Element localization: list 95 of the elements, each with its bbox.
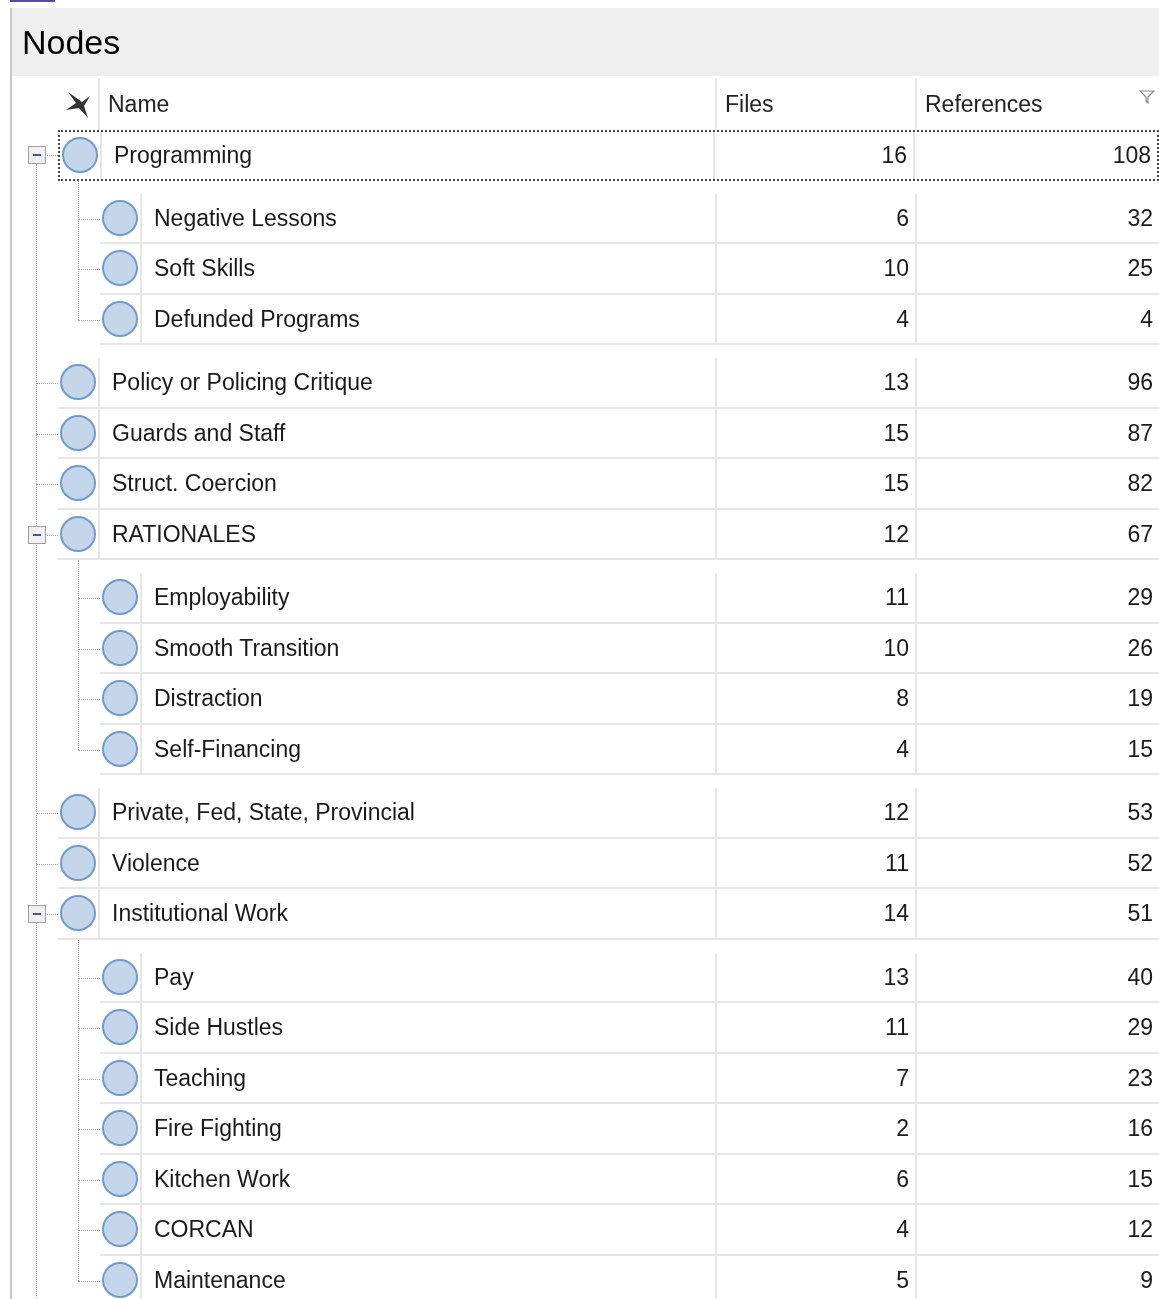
references-count: 19: [1127, 684, 1153, 713]
references-count: 23: [1127, 1063, 1153, 1093]
references-count: 29: [1127, 1013, 1153, 1042]
node-name: Teaching: [154, 1063, 247, 1093]
column-header[interactable]: Files: [725, 86, 774, 122]
node-name: Defunded Programs: [154, 304, 360, 334]
node-name: Institutional Work: [112, 899, 288, 928]
tree-row[interactable]: Policy or Policing Critique 13 96: [58, 358, 1159, 409]
tree-row[interactable]: Struct. Coercion 15 82: [58, 459, 1159, 510]
node-name: Pay: [154, 962, 194, 992]
files-count: 6: [896, 1164, 909, 1194]
tree-row[interactable]: Negative Lessons 6 32: [100, 193, 1159, 244]
files-count: 13: [883, 368, 909, 397]
node-name: Maintenance: [154, 1265, 286, 1295]
node-name: Policy or Policing Critique: [112, 368, 373, 397]
files-count: 10: [883, 633, 909, 663]
collapse-icon[interactable]: [28, 525, 46, 544]
references-count: 15: [1127, 1164, 1153, 1194]
references-count: 12: [1127, 1215, 1153, 1244]
collapse-icon[interactable]: [28, 146, 46, 164]
node-name: Violence: [112, 848, 200, 878]
references-count: 67: [1127, 519, 1153, 549]
references-count: 52: [1127, 848, 1153, 878]
references-count: 29: [1127, 583, 1153, 612]
filter-icon[interactable]: [1139, 90, 1155, 104]
node-name: Side Hustles: [154, 1013, 284, 1042]
tree-row[interactable]: Kitchen Work 6 15: [100, 1154, 1159, 1205]
files-count: 11: [885, 583, 909, 612]
collapse-icon[interactable]: [28, 905, 46, 923]
tree-row[interactable]: Soft Skills 10 25: [100, 244, 1159, 295]
tree-row[interactable]: Defunded Programs 4 4: [100, 294, 1159, 345]
node-name: Self-Financing: [154, 734, 302, 764]
files-count: 10: [883, 254, 909, 283]
files-count: 14: [883, 899, 909, 928]
node-name: Negative Lessons: [154, 203, 337, 233]
files-count: 12: [883, 798, 909, 827]
files-count: 4: [896, 1215, 909, 1244]
files-count: 11: [885, 848, 909, 878]
references-count: 108: [1112, 141, 1151, 170]
tree-row[interactable]: Guards and Staff 15 87: [58, 408, 1159, 459]
node-name: Kitchen Work: [154, 1164, 291, 1194]
tree-row[interactable]: Institutional Work 14 51: [58, 889, 1159, 940]
tree-row[interactable]: Teaching 7 23: [100, 1053, 1159, 1104]
node-name: Private, Fed, State, Provincial: [112, 798, 415, 827]
tree-row[interactable]: Smooth Transition 10 26: [100, 623, 1159, 674]
tree-row[interactable]: Employability 11 29: [100, 573, 1159, 624]
files-count: 4: [896, 734, 909, 764]
files-count: 15: [883, 469, 909, 498]
column-header[interactable]: References: [925, 86, 1043, 122]
node-name: Guards and Staff: [112, 418, 286, 448]
node-name: CORCAN: [154, 1215, 254, 1244]
tree-row[interactable]: Fire Fighting 2 16: [100, 1104, 1159, 1155]
column-header[interactable]: Name: [108, 86, 170, 122]
tree-row[interactable]: CORCAN 4 12: [100, 1205, 1159, 1256]
files-count: 6: [896, 203, 909, 233]
references-count: 87: [1127, 418, 1153, 448]
tree-row[interactable]: Self-Financing 4 15: [100, 724, 1159, 775]
references-count: 96: [1127, 368, 1153, 397]
node-name: Employability: [154, 583, 290, 612]
tree-row[interactable]: Pay 13 40: [100, 952, 1159, 1003]
tree-row[interactable]: Distraction 8 19: [100, 674, 1159, 725]
references-count: 16: [1127, 1114, 1153, 1143]
references-count: 40: [1127, 962, 1153, 992]
references-count: 4: [1140, 304, 1153, 334]
files-count: 13: [883, 962, 909, 992]
files-count: 2: [896, 1114, 909, 1143]
files-count: 15: [883, 418, 909, 448]
node-name: Smooth Transition: [154, 633, 340, 663]
references-count: 15: [1127, 734, 1153, 764]
tree-row[interactable]: Programming 16 108: [58, 130, 1159, 181]
files-count: 5: [896, 1265, 909, 1295]
node-name: Struct. Coercion: [112, 469, 277, 498]
node-name: RATIONALES: [112, 519, 256, 549]
references-count: 51: [1127, 899, 1153, 928]
tree-row[interactable]: Side Hustles 11 29: [100, 1003, 1159, 1054]
node-name: Programming: [114, 141, 253, 170]
files-count: 11: [885, 1013, 909, 1042]
references-count: 53: [1127, 798, 1153, 827]
tree-row[interactable]: Violence 11 52: [58, 838, 1159, 889]
references-count: 32: [1127, 203, 1153, 233]
files-count: 12: [883, 519, 909, 549]
tree-row[interactable]: Private, Fed, State, Provincial 12 53: [58, 788, 1159, 839]
files-count: 16: [881, 141, 907, 170]
references-count: 26: [1127, 633, 1153, 663]
files-count: 4: [896, 304, 909, 334]
references-count: 82: [1127, 469, 1153, 498]
references-count: 9: [1140, 1265, 1153, 1295]
panel-title: Nodes: [22, 21, 121, 63]
files-count: 7: [896, 1063, 909, 1093]
references-count: 25: [1127, 254, 1153, 283]
node-name: Soft Skills: [154, 254, 255, 283]
files-count: 8: [896, 684, 909, 713]
node-name: Fire Fighting: [154, 1114, 282, 1143]
node-name: Distraction: [154, 684, 263, 713]
tree-row[interactable]: RATIONALES 12 67: [58, 509, 1159, 560]
